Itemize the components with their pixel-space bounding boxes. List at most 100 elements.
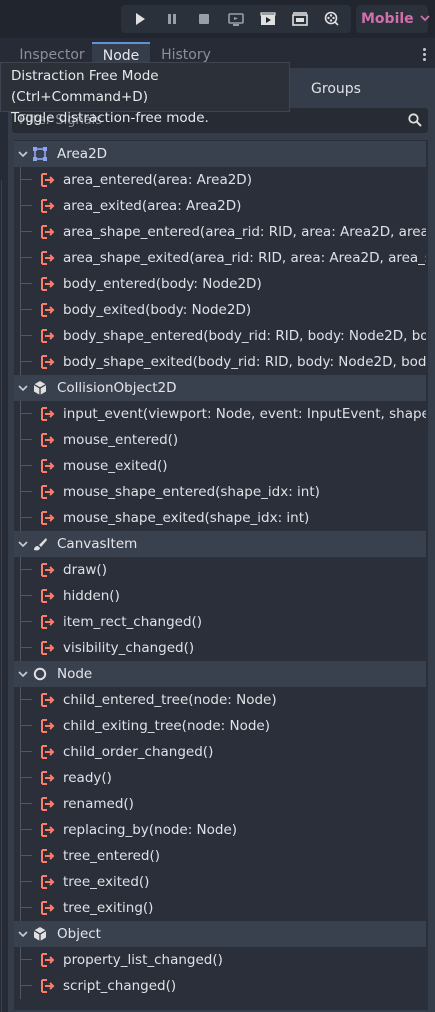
signal-row[interactable]: mouse_exited() [14,453,426,479]
tree-guide-hook [20,829,32,830]
signal-row[interactable]: hidden() [14,583,426,609]
signal-label: body_shape_exited(body_rid: RID, body: N… [63,354,426,370]
tree-guide-hook [20,751,32,752]
signal-row[interactable]: body_entered(body: Node2D) [14,271,426,297]
tree-guide-hook [20,855,32,856]
tree-guide-hook [20,725,32,726]
tree-guide-line [20,271,21,297]
tab-groups[interactable]: Groups [293,74,379,104]
signal-row[interactable]: mouse_shape_entered(shape_idx: int) [14,479,426,505]
signal-row[interactable]: body_shape_entered(body_rid: RID, body: … [14,323,426,349]
object-icon [32,926,48,942]
node-icon [32,666,48,682]
signal-row[interactable]: replacing_by(node: Node) [14,817,426,843]
tree-guide-hook [20,803,32,804]
canvas-item-icon [32,536,48,552]
signal-row[interactable]: item_rect_changed() [14,609,426,635]
signal-row[interactable]: input_event(viewport: Node, event: Input… [14,401,426,427]
search-icon [408,113,422,127]
tree-guide-hook [20,439,32,440]
signal-row[interactable]: tree_exited() [14,869,426,895]
tooltip-description: Toggle distraction-free mode. [11,110,209,126]
signal-row[interactable]: tree_entered() [14,843,426,869]
signal-label: mouse_exited() [63,458,168,474]
signal-icon [40,822,56,838]
tree-guide-line [20,739,21,765]
signal-row[interactable]: area_shape_entered(area_rid: RID, area: … [14,219,426,245]
chevron-down-icon[interactable] [16,540,30,548]
chevron-down-icon[interactable] [16,930,30,938]
tree-guide-line [20,635,21,661]
signal-icon [40,250,56,266]
category-canvasitem[interactable]: CanvasItem [14,531,426,557]
signal-label: replacing_by(node: Node) [63,822,238,838]
category-object[interactable]: Object [14,921,426,947]
signal-label: script_changed() [63,978,177,994]
chevron-down-icon[interactable] [16,670,30,678]
signal-icon [40,744,56,760]
chevron-down-icon[interactable] [16,150,30,158]
signal-label: child_order_changed() [63,744,214,760]
pause-icon[interactable] [158,6,186,32]
tree-guide-line [20,557,21,583]
tree-guide-line [20,869,21,895]
stop-icon[interactable] [190,6,218,32]
signal-row[interactable]: area_exited(area: Area2D) [14,193,426,219]
signal-row[interactable]: mouse_entered() [14,427,426,453]
tree-guide-line [20,609,21,635]
tree-guide-hook [20,231,32,232]
tree-guide-hook [20,491,32,492]
signal-row[interactable]: child_entered_tree(node: Node) [14,687,426,713]
signal-row[interactable]: area_entered(area: Area2D) [14,167,426,193]
signal-icon [40,614,56,630]
category-collisionobject2d[interactable]: CollisionObject2D [14,375,426,401]
signal-icon [40,432,56,448]
signal-icon [40,848,56,864]
play-icon[interactable] [126,6,154,32]
signal-row[interactable]: draw() [14,557,426,583]
tree-guide-hook [20,517,32,518]
signal-icon [40,172,56,188]
tree-guide-line [20,947,21,973]
signal-row[interactable]: child_exiting_tree(node: Node) [14,713,426,739]
tooltip: Distraction Free Mode (Ctrl+Command+D) T… [0,62,290,126]
tree-guide-hook [20,647,32,648]
chevron-down-icon [420,14,430,25]
signal-label: mouse_entered() [63,432,179,448]
signal-label: input_event(viewport: Node, event: Input… [63,406,426,422]
tree-guide-line [20,193,21,219]
signal-row[interactable]: body_shape_exited(body_rid: RID, body: N… [14,349,426,375]
signal-label: tree_entered() [63,848,161,864]
dock-menu-icon[interactable] [420,46,428,66]
signal-row[interactable]: mouse_shape_exited(shape_idx: int) [14,505,426,531]
signal-row[interactable]: body_exited(body: Node2D) [14,297,426,323]
renderer-select[interactable]: Mobile [356,5,430,33]
remote-debug-icon[interactable] [222,6,250,32]
signal-icon [40,484,56,500]
signal-icon [40,406,56,422]
tree-guide-hook [20,985,32,986]
signal-label: child_entered_tree(node: Node) [63,692,277,708]
tree-guide-line [20,297,21,323]
signal-icon [40,302,56,318]
chevron-down-icon[interactable] [16,384,30,392]
category-node[interactable]: Node [14,661,426,687]
signal-row[interactable]: tree_exiting() [14,895,426,921]
signal-icon [40,640,56,656]
tree-guide-line [20,687,21,713]
signal-label: item_rect_changed() [63,614,203,630]
tree-guide-hook [20,569,32,570]
signal-label: ready() [63,770,112,786]
category-area2d[interactable]: Area2D [14,141,426,167]
signal-row[interactable]: renamed() [14,791,426,817]
signal-row[interactable]: area_shape_exited(area_rid: RID, area: A… [14,245,426,271]
tree-guide-line [20,765,21,791]
play-scene-icon[interactable] [254,6,282,32]
signal-row[interactable]: ready() [14,765,426,791]
play-custom-scene-icon[interactable] [286,6,314,32]
signal-row[interactable]: script_changed() [14,973,426,999]
signal-row[interactable]: property_list_changed() [14,947,426,973]
signal-row[interactable]: child_order_changed() [14,739,426,765]
signal-row[interactable]: visibility_changed() [14,635,426,661]
movie-maker-icon[interactable] [318,6,346,32]
